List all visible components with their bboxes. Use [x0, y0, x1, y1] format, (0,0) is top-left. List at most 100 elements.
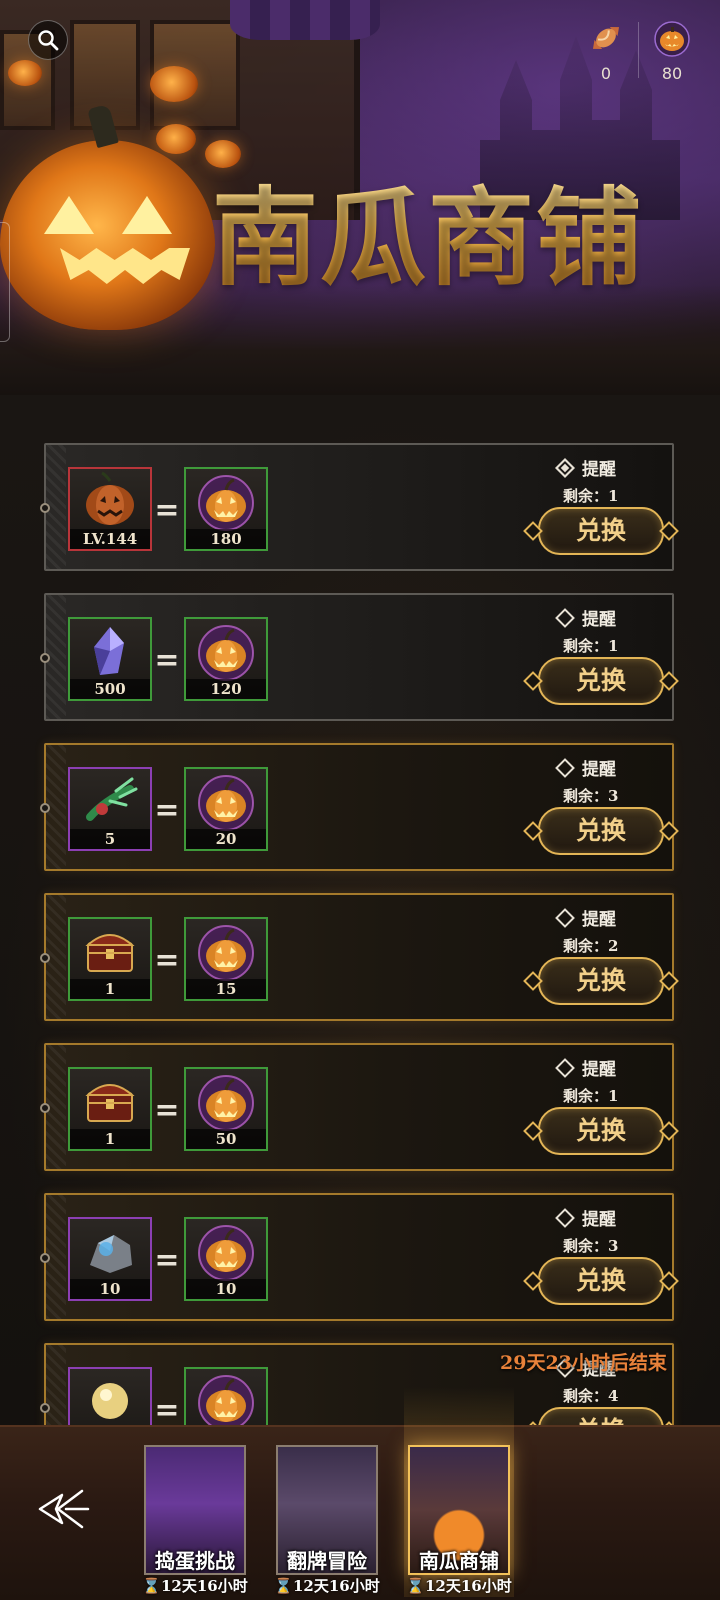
pumpkin-coin-icon	[186, 1219, 266, 1283]
exchange-label: 兑换	[575, 966, 626, 995]
remind-toggle[interactable]: 提醒	[555, 905, 616, 930]
remaining-count: 剩余：4	[563, 1385, 618, 1406]
remind-label: 提醒	[582, 610, 616, 630]
remaining-value: 1	[608, 637, 619, 655]
reward-qty: 50	[186, 1129, 266, 1149]
cost-item-slot[interactable]: LV.144	[68, 467, 152, 551]
exchange-button[interactable]: 兑换	[523, 807, 679, 855]
exchange-label: 兑换	[575, 1116, 626, 1145]
cost-qty: 500	[70, 679, 150, 699]
cost-item-slot[interactable]: 1	[68, 1067, 152, 1151]
equals-sign: =	[154, 1393, 180, 1428]
button-ornament	[523, 1121, 543, 1141]
candy-icon	[592, 26, 620, 50]
exchange-label: 兑换	[575, 516, 626, 545]
exchange-label: 兑换	[575, 1266, 626, 1295]
equals-sign: =	[154, 793, 180, 828]
remind-checkbox[interactable]	[555, 1057, 575, 1078]
equals-sign: =	[154, 493, 180, 528]
reward-item-slot[interactable]: 50	[184, 1067, 268, 1151]
remaining-value: 4	[608, 1387, 619, 1405]
remind-toggle[interactable]: 提醒	[555, 605, 616, 630]
tab-timer-value: 12天16小时	[424, 1577, 512, 1595]
pumpkin-coin-icon	[186, 1369, 266, 1433]
remaining-value: 3	[608, 787, 619, 805]
ore-icon	[70, 1219, 150, 1283]
exchange-row: 5 = 20 提醒 剩余：3 兑换	[40, 743, 679, 871]
claw-icon	[70, 769, 150, 833]
reward-item-slot[interactable]: 15	[184, 917, 268, 1001]
window-pumpkin	[150, 66, 198, 102]
pumpkin-coin-icon	[186, 469, 266, 533]
pumpkin-coin-count: 80	[661, 64, 683, 83]
back-icon[interactable]	[36, 1485, 92, 1533]
exchange-row: 500 = 120 提醒 剩余：1 兑换	[40, 593, 679, 721]
exchange-button[interactable]: 兑换	[523, 657, 679, 705]
tab-label: 捣蛋挑战	[155, 1549, 235, 1573]
remaining-prefix: 剩余：	[563, 637, 609, 655]
remind-toggle[interactable]: 提醒	[555, 1205, 616, 1230]
remind-checkbox[interactable]	[555, 457, 575, 478]
cost-item-slot[interactable]: 1	[68, 917, 152, 1001]
remind-checkbox[interactable]	[555, 607, 575, 628]
remaining-count: 剩余：1	[563, 1085, 618, 1106]
chest-icon	[70, 919, 150, 983]
remaining-count: 剩余：1	[563, 635, 618, 656]
remaining-count: 剩余：2	[563, 935, 618, 956]
remind-checkbox[interactable]	[555, 907, 575, 928]
exchange-button[interactable]: 兑换	[523, 1257, 679, 1305]
bottom-nav: 捣蛋挑战 ⌛12天16小时 翻牌冒险 ⌛12天16小时 南瓜商铺 ⌛12天16小…	[0, 1387, 720, 1600]
remind-toggle[interactable]: 提醒	[555, 455, 616, 480]
pumpkin-coin-icon	[186, 1069, 266, 1133]
row-bullet	[40, 503, 50, 513]
button-ornament	[523, 671, 543, 691]
currency-pumpkin[interactable]: 80	[642, 18, 702, 83]
exchange-button[interactable]: 兑换	[523, 1107, 679, 1155]
search-button[interactable]	[28, 20, 68, 60]
remaining-prefix: 剩余：	[563, 1387, 609, 1405]
equals-sign: =	[154, 643, 180, 678]
crystal-icon	[70, 619, 150, 683]
button-ornament	[523, 521, 543, 541]
row-bullet	[40, 1103, 50, 1113]
tab-timer: ⌛12天16小时	[142, 1577, 248, 1595]
cost-item-slot[interactable]: 500	[68, 617, 152, 701]
side-drawer-handle[interactable]	[0, 222, 10, 342]
cost-item-slot[interactable]: 10	[68, 1217, 152, 1301]
cost-item-slot[interactable]: 5	[68, 767, 152, 851]
pumpkin-coin-icon	[186, 769, 266, 833]
cost-qty: LV.144	[70, 529, 150, 549]
pumpkin-coin-icon	[654, 21, 690, 57]
chest-icon	[70, 1069, 150, 1133]
pumpkin-coin-icon	[186, 919, 266, 983]
orb-icon	[70, 1369, 150, 1433]
remaining-count: 剩余：1	[563, 485, 618, 506]
event-end-countdown: 29天23小时后结束	[500, 1352, 667, 1374]
remind-label: 提醒	[582, 460, 616, 480]
exchange-button[interactable]: 兑换	[523, 957, 679, 1005]
cost-qty: 1	[70, 979, 150, 999]
remaining-value: 1	[608, 1087, 619, 1105]
tab-label-wrap: 翻牌冒险 ⌛12天16小时	[274, 1445, 379, 1595]
reward-item-slot[interactable]: 20	[184, 767, 268, 851]
row-bullet	[40, 1403, 50, 1413]
tab-timer-value: 12天16小时	[160, 1577, 248, 1595]
equals-sign: =	[154, 1243, 180, 1278]
reward-item-slot[interactable]: 10	[184, 1217, 268, 1301]
currency-candy[interactable]: 0	[576, 18, 636, 83]
remaining-prefix: 剩余：	[563, 1237, 609, 1255]
remind-checkbox[interactable]	[555, 1207, 575, 1228]
row-bullet	[40, 653, 50, 663]
candy-count: 0	[600, 64, 612, 83]
row-bullet	[40, 803, 50, 813]
exchange-button[interactable]: 兑换	[523, 507, 679, 555]
remind-toggle[interactable]: 提醒	[555, 755, 616, 780]
window-pumpkin	[8, 60, 42, 86]
remind-label: 提醒	[582, 760, 616, 780]
remind-toggle[interactable]: 提醒	[555, 1055, 616, 1080]
exchange-row: 1 = 15 提醒 剩余：2 兑换	[40, 893, 679, 1021]
remind-label: 提醒	[582, 1210, 616, 1230]
reward-item-slot[interactable]: 180	[184, 467, 268, 551]
remind-checkbox[interactable]	[555, 757, 575, 778]
reward-item-slot[interactable]: 120	[184, 617, 268, 701]
